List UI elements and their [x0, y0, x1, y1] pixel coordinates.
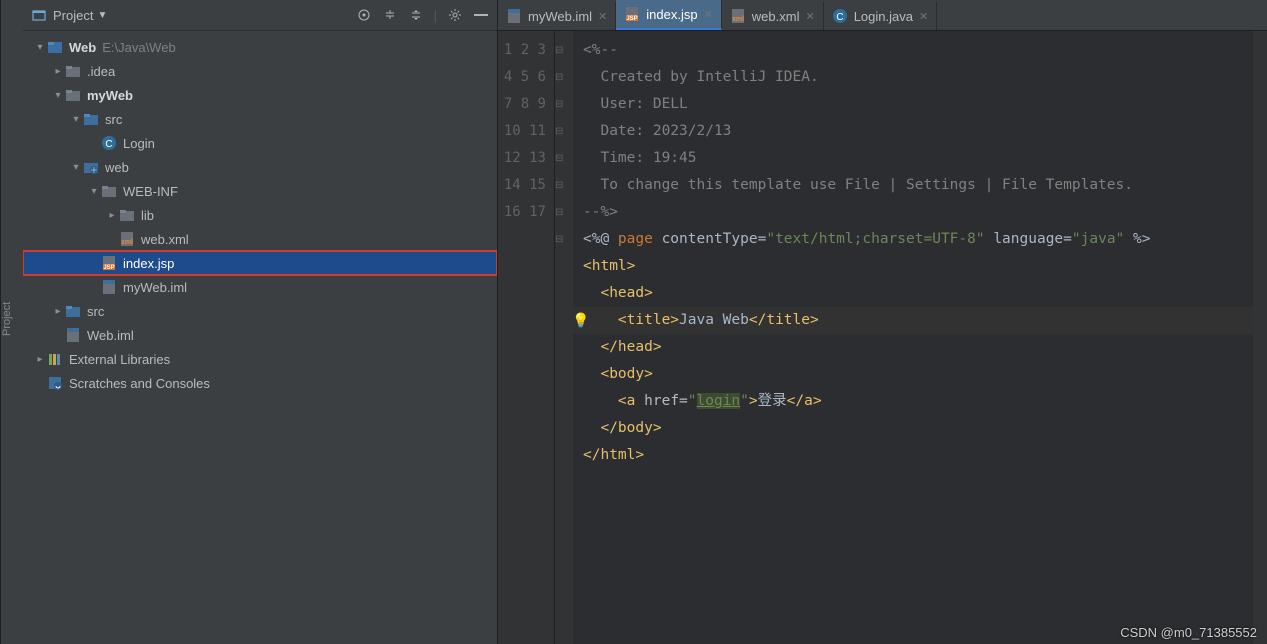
tree-node--idea[interactable]: ▸ .idea — [23, 59, 497, 83]
srcdir-icon — [83, 111, 99, 127]
close-icon[interactable]: ✕ — [598, 10, 607, 23]
hide-icon[interactable] — [473, 7, 489, 23]
tree-node-label: Scratches and Consoles — [69, 376, 210, 391]
project-tree[interactable]: ▾ Web E:\Java\Web ▸ .idea ▾ myWeb ▾ src C Login ▾ we… — [23, 31, 497, 644]
close-icon[interactable]: ✕ — [805, 10, 814, 23]
chevron-down-icon[interactable]: ▾ — [33, 42, 47, 53]
tree-node-login[interactable]: C Login — [23, 131, 497, 155]
folder-icon — [119, 207, 135, 223]
tree-node-src[interactable]: ▸ src — [23, 299, 497, 323]
chevron-right-icon[interactable]: ▸ — [51, 306, 65, 317]
imlfile-icon — [65, 327, 81, 343]
tree-node-external-libraries[interactable]: ▸ External Libraries — [23, 347, 497, 371]
chevron-down-icon[interactable]: ▾ — [51, 90, 65, 101]
intention-bulb-icon[interactable]: 💡 — [572, 312, 589, 329]
imlfile-icon — [506, 8, 522, 24]
tab-label: myWeb.iml — [528, 9, 592, 24]
tab-index-jsp[interactable]: JSP index.jsp ✕ — [616, 0, 722, 30]
jspfile-icon: JSP — [624, 6, 640, 22]
tree-node-label: Web.iml — [87, 328, 134, 343]
tab-web-xml[interactable]: xml web.xml ✕ — [722, 2, 824, 30]
tree-node-label: External Libraries — [69, 352, 170, 367]
code-text[interactable]: <%-- Created by IntelliJ IDEA. User: DEL… — [573, 31, 1253, 644]
tree-node-label: src — [87, 304, 104, 319]
chevron-down-icon: ▼ — [97, 10, 107, 21]
svg-text:JSP: JSP — [103, 265, 114, 271]
tree-node-label: index.jsp — [123, 256, 174, 271]
libs-icon — [47, 351, 63, 367]
editor-pane: myWeb.iml ✕ JSP index.jsp ✕ xml web.xml ✕ C Login… — [498, 0, 1267, 644]
tree-node-path: E:\Java\Web — [102, 40, 175, 55]
chevron-right-icon[interactable]: ▸ — [33, 354, 47, 365]
svg-text:C: C — [836, 12, 843, 23]
fold-gutter[interactable]: ⊟ ⊟ ⊟ ⊟ ⊟ ⊟ ⊟ ⊟ — [555, 31, 573, 644]
tree-node-myweb-iml[interactable]: myWeb.iml — [23, 275, 497, 299]
chevron-down-icon[interactable]: ▾ — [69, 162, 83, 173]
project-sidebar: Project ▼ | ▾WebE:\Java\Web▸.idea▾myWeb▾… — [23, 0, 498, 644]
tree-node-label: .idea — [87, 64, 115, 79]
tree-node-lib[interactable]: ▸ lib — [23, 203, 497, 227]
svg-text:JSP: JSP — [627, 16, 638, 22]
tree-node-myweb[interactable]: ▾ myWeb — [23, 83, 497, 107]
srcdir-icon — [65, 303, 81, 319]
tab-label: Login.java — [854, 9, 913, 24]
tab-login-java[interactable]: C Login.java ✕ — [824, 2, 938, 30]
tree-node-label: web — [105, 160, 129, 175]
tree-node-label: lib — [141, 208, 154, 223]
svg-text:C: C — [105, 139, 112, 150]
close-icon[interactable]: ✕ — [919, 10, 928, 23]
tree-node-web[interactable]: ▾ Web E:\Java\Web — [23, 35, 497, 59]
tab-label: index.jsp — [646, 7, 697, 22]
chevron-right-icon[interactable]: ▸ — [51, 66, 65, 77]
tool-window-tab-project[interactable]: Project — [0, 0, 23, 644]
imlfile-icon — [101, 279, 117, 295]
tree-node-label: myWeb.iml — [123, 280, 187, 295]
tree-node-web[interactable]: ▾ web — [23, 155, 497, 179]
gear-icon[interactable] — [447, 7, 463, 23]
class-icon: C — [101, 135, 117, 151]
collapse-all-icon[interactable] — [408, 7, 424, 23]
close-icon[interactable]: ✕ — [704, 8, 713, 21]
project-view-selector[interactable]: Project ▼ — [53, 8, 350, 23]
editor-tabs: myWeb.iml ✕ JSP index.jsp ✕ xml web.xml ✕ C Login… — [498, 0, 1267, 31]
tree-node-label: Web — [69, 40, 96, 55]
tree-node-label: Login — [123, 136, 155, 151]
project-view-title: Project — [53, 8, 93, 23]
chevron-down-icon[interactable]: ▾ — [87, 186, 101, 197]
line-gutter[interactable]: 1 2 3 4 5 6 7 8 9 10 11 12 13 14 15 16 1… — [498, 31, 555, 644]
jspfile-icon: JSP — [101, 255, 117, 271]
chevron-right-icon[interactable]: ▸ — [105, 210, 119, 221]
tree-node-label: src — [105, 112, 122, 127]
tool-window-tab-label: Project — [1, 302, 13, 336]
locate-icon[interactable] — [356, 7, 372, 23]
svg-text:xml: xml — [121, 239, 133, 246]
module-icon — [47, 39, 63, 55]
tree-node-label: web.xml — [141, 232, 189, 247]
folder-icon — [65, 63, 81, 79]
scratch-icon — [47, 375, 63, 391]
tree-node-web-inf[interactable]: ▾ WEB-INF — [23, 179, 497, 203]
tree-node-label: WEB-INF — [123, 184, 178, 199]
code-area[interactable]: 1 2 3 4 5 6 7 8 9 10 11 12 13 14 15 16 1… — [498, 31, 1267, 644]
project-toolbar: Project ▼ | — [23, 0, 497, 31]
xmlfile-icon: xml — [730, 8, 746, 24]
tree-node-label: myWeb — [87, 88, 133, 103]
tree-node-scratches-and-consoles[interactable]: Scratches and Consoles — [23, 371, 497, 395]
tree-node-src[interactable]: ▾ src — [23, 107, 497, 131]
project-icon — [31, 7, 47, 23]
svg-text:xml: xml — [732, 16, 744, 23]
webdir-icon — [83, 159, 99, 175]
folder-icon — [101, 183, 117, 199]
tree-node-web-xml[interactable]: xml web.xml — [23, 227, 497, 251]
tree-node-index-jsp[interactable]: JSP index.jsp — [23, 251, 497, 275]
tab-myweb-iml[interactable]: myWeb.iml ✕ — [498, 2, 616, 30]
editor-scrollbar[interactable] — [1253, 31, 1267, 644]
tree-node-web-iml[interactable]: Web.iml — [23, 323, 497, 347]
folder-icon — [65, 87, 81, 103]
class-icon: C — [832, 8, 848, 24]
expand-all-icon[interactable] — [382, 7, 398, 23]
tab-label: web.xml — [752, 9, 800, 24]
chevron-down-icon[interactable]: ▾ — [69, 114, 83, 125]
xmlfile-icon: xml — [119, 231, 135, 247]
